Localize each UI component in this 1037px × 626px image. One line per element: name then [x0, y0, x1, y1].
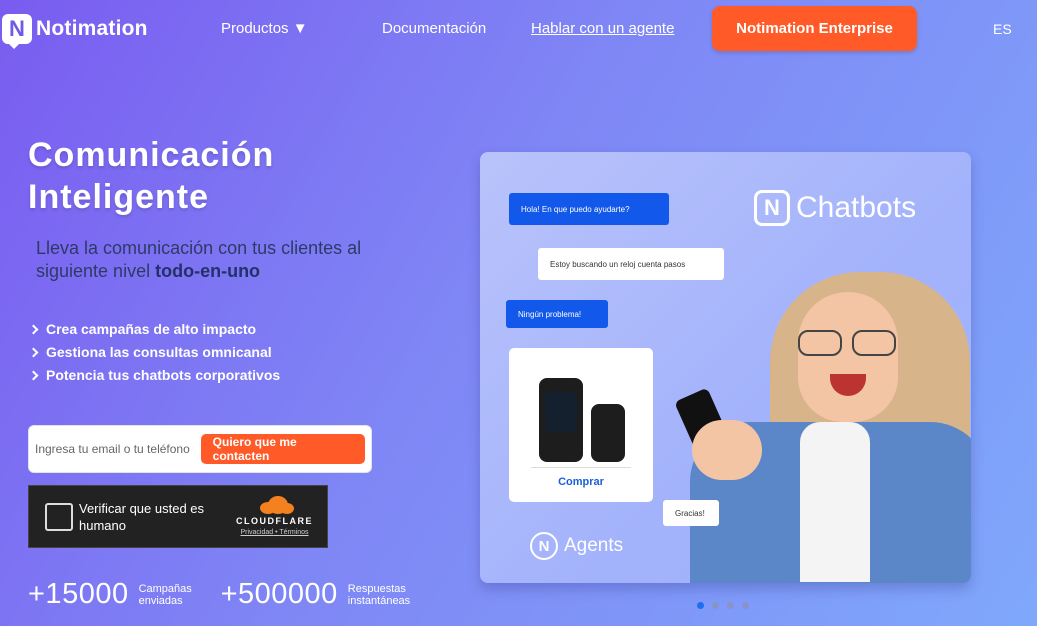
logo-text: Notimation [36, 17, 148, 40]
nav-talk-to-agent[interactable]: Hablar con un agente [531, 20, 674, 37]
contact-me-button[interactable]: Quiero que me contacten [200, 434, 365, 464]
contact-form: Quiero que me contacten [28, 425, 372, 473]
buy-button: Comprar [558, 476, 604, 488]
stat-responses-value: +500000 [220, 578, 338, 610]
chat-bubble-user: Gracias! [663, 500, 719, 526]
feature-text: Gestiona las consultas omnicanal [46, 344, 272, 360]
glasses-icon [780, 330, 904, 356]
woman-shirt [800, 422, 870, 582]
email-or-phone-input[interactable] [35, 442, 201, 456]
stat-campaigns-value: +15000 [28, 578, 129, 610]
agents-label: Agents [564, 535, 624, 556]
chevron-right-icon [28, 347, 39, 358]
fitness-band-screen [545, 392, 577, 432]
stat-campaigns-label: Campañas enviadas [138, 582, 192, 607]
agents-brand: N Agents [530, 532, 623, 560]
hero-subtitle: Lleva la comunicación con tus clientes a… [36, 237, 396, 283]
captcha-widget: Verificar que usted es humano CLOUDFLARE… [28, 485, 328, 548]
chevron-right-icon [28, 370, 39, 381]
agent-headset-icon: N [530, 532, 558, 560]
enterprise-button[interactable]: Notimation Enterprise [712, 6, 917, 51]
feature-item: Crea campañas de alto impacto [28, 318, 280, 341]
hero-title-line1: Comunicación [28, 136, 275, 174]
stats-row: +15000 Campañas enviadas +500000 Respues… [28, 578, 438, 611]
hero-image-card: N Chatbots Hola! En que puedo ayudarte? … [480, 152, 971, 583]
hero-subtitle-bold: todo-en-uno [155, 261, 261, 281]
stat-responses-label: Respuestas instantáneas [347, 582, 411, 607]
feature-list: Crea campañas de alto impacto Gestiona l… [28, 318, 281, 387]
chevron-right-icon [28, 324, 39, 335]
hero-title-line2: Inteligente [28, 178, 210, 216]
feature-item: Potencia tus chatbots corporativos [28, 364, 281, 387]
language-selector[interactable]: ES [993, 21, 1012, 37]
logo[interactable]: N Notimation [2, 14, 148, 49]
nav-products[interactable]: Productos ▼ [221, 20, 308, 37]
privacy-link[interactable]: Privacidad [240, 529, 273, 536]
product-card: Comprar [509, 348, 653, 502]
captcha-checkbox[interactable] [45, 502, 73, 531]
cloudflare-branding: CLOUDFLARE Privacidad • Términos [236, 496, 313, 536]
feature-item: Gestiona las consultas omnicanal [28, 341, 280, 364]
woman-hand [692, 420, 762, 480]
fitness-band-image [591, 404, 625, 462]
carousel-dot[interactable] [712, 602, 719, 609]
carousel-dots [697, 602, 749, 609]
woman-face [798, 292, 898, 422]
captcha-label: Verificar que usted es humano [79, 500, 205, 533]
chatbots-brand: N Chatbots [754, 190, 916, 226]
divider [531, 467, 631, 468]
bot-icon: N [754, 190, 790, 226]
feature-text: Crea campañas de alto impacto [46, 321, 257, 337]
chat-bubble-user: Estoy buscando un reloj cuenta pasos [538, 248, 724, 280]
cloudflare-logo-text: CLOUDFLARE [236, 516, 313, 526]
captcha-links: Privacidad • Términos [236, 529, 313, 536]
chat-bubble-bot: Hola! En que puedo ayudarte? [509, 193, 669, 225]
carousel-dot[interactable] [742, 602, 749, 609]
carousel-dot[interactable] [727, 602, 734, 609]
logo-icon: N [2, 14, 32, 49]
hero-title: Comunicación Inteligente [28, 134, 274, 218]
cloudflare-cloud-icon [256, 496, 294, 514]
terms-link[interactable]: Términos [279, 529, 308, 536]
carousel-dot[interactable] [697, 602, 704, 609]
chat-bubble-bot: Ningún problema! [506, 300, 608, 328]
feature-text: Potencia tus chatbots corporativos [46, 367, 281, 383]
nav-documentation[interactable]: Documentación [382, 20, 486, 37]
chatbots-label: Chatbots [796, 191, 917, 224]
